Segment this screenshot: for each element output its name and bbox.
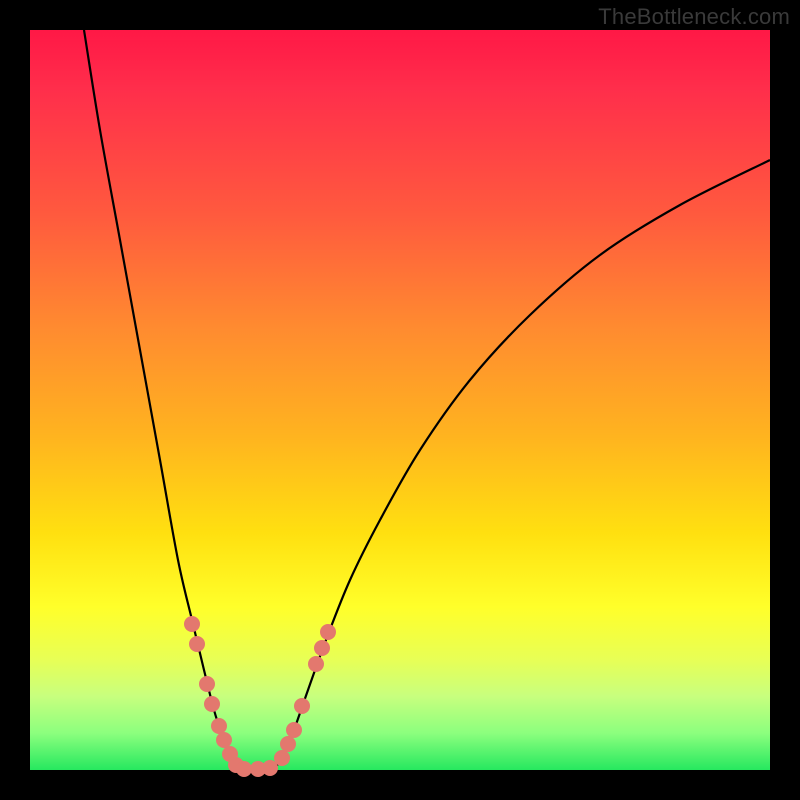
marker-dots (184, 616, 336, 777)
marker-dot (308, 656, 324, 672)
marker-dot (204, 696, 220, 712)
curve-svg (30, 30, 770, 770)
marker-dot (280, 736, 296, 752)
watermark-text: TheBottleneck.com (598, 4, 790, 30)
marker-dot (236, 761, 252, 777)
plot-area (30, 30, 770, 770)
marker-dot (199, 676, 215, 692)
marker-dot (314, 640, 330, 656)
bottleneck-curve (84, 30, 770, 769)
marker-dot (286, 722, 302, 738)
chart-frame: TheBottleneck.com (0, 0, 800, 800)
marker-dot (211, 718, 227, 734)
marker-dot (274, 750, 290, 766)
marker-dot (320, 624, 336, 640)
marker-dot (294, 698, 310, 714)
marker-dot (216, 732, 232, 748)
marker-dot (184, 616, 200, 632)
marker-dot (189, 636, 205, 652)
